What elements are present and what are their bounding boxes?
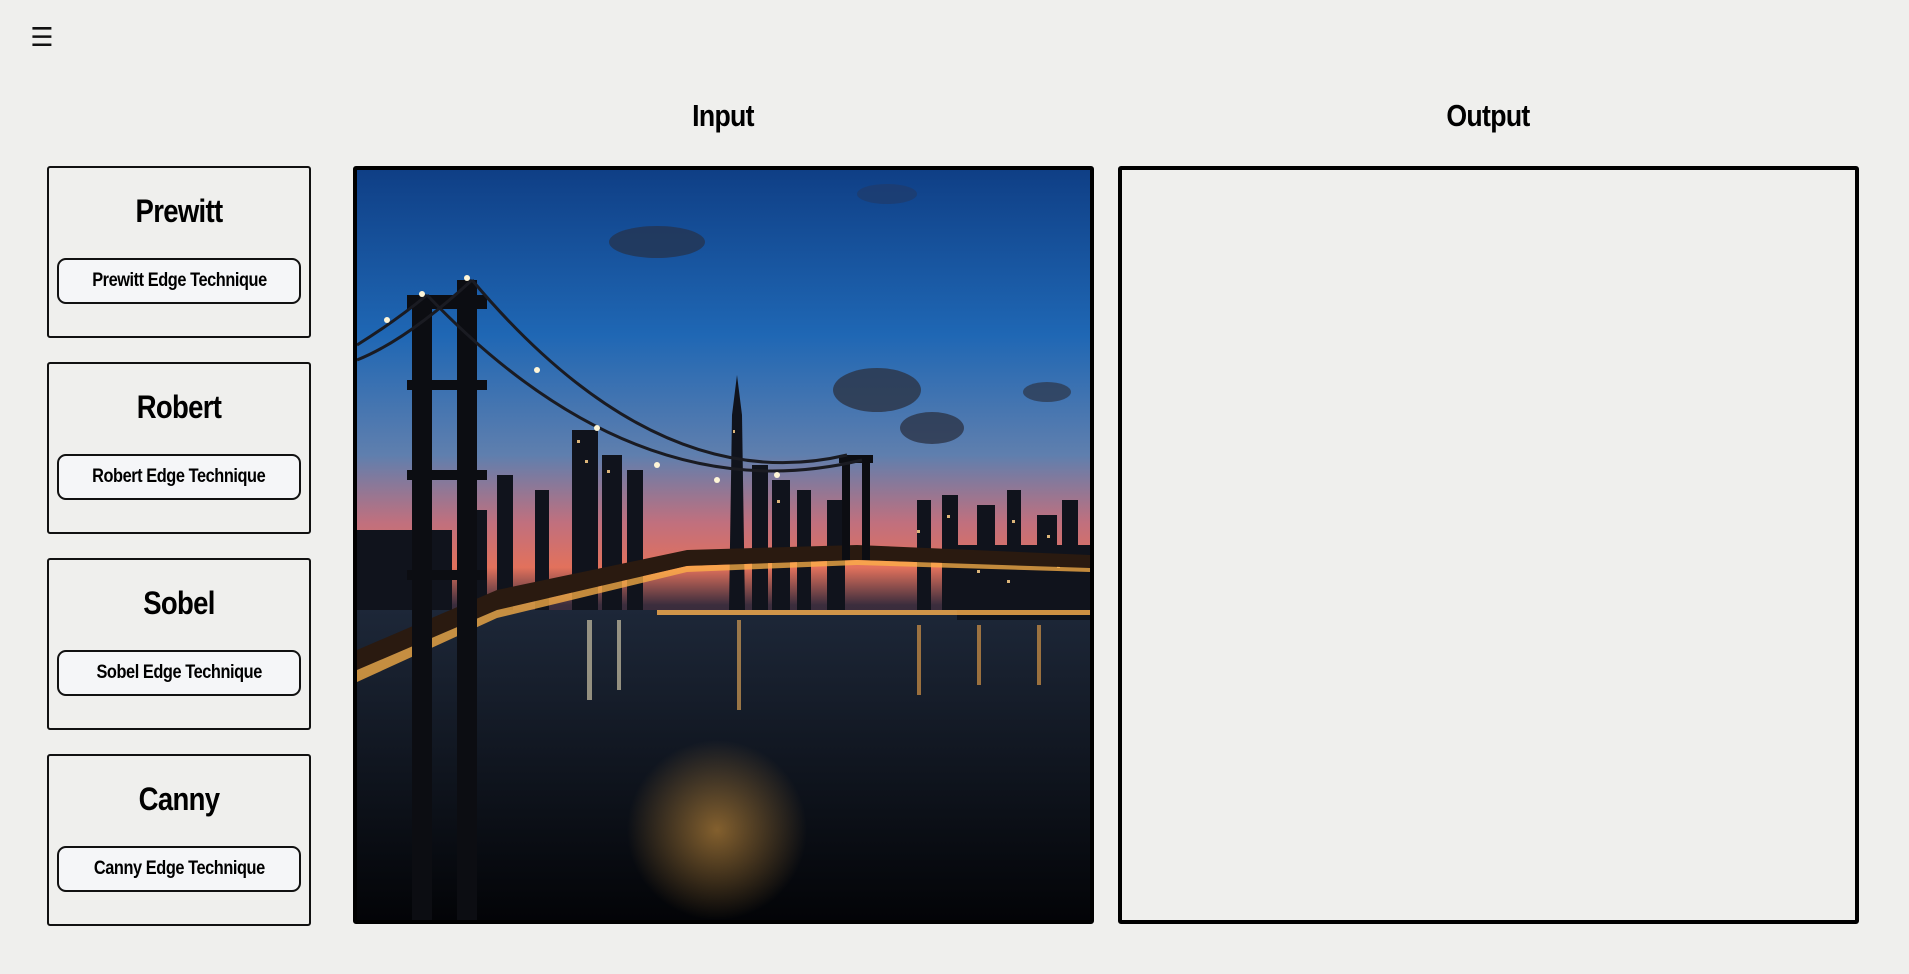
technique-card-sobel: Sobel Sobel Edge Technique bbox=[47, 558, 311, 730]
technique-card-prewitt: Prewitt Prewitt Edge Technique bbox=[47, 166, 311, 338]
technique-name: Robert bbox=[136, 389, 222, 425]
input-panel-title: Input bbox=[692, 98, 754, 133]
canny-edge-button[interactable]: Canny Edge Technique bbox=[57, 846, 301, 892]
button-label: Robert Edge Technique bbox=[92, 466, 266, 487]
input-image-frame bbox=[353, 166, 1094, 924]
prewitt-edge-button[interactable]: Prewitt Edge Technique bbox=[57, 258, 301, 304]
technique-card-canny: Canny Canny Edge Technique bbox=[47, 754, 311, 926]
sobel-edge-button[interactable]: Sobel Edge Technique bbox=[57, 650, 301, 696]
button-label: Canny Edge Technique bbox=[93, 858, 265, 879]
technique-name: Canny bbox=[138, 781, 220, 817]
hamburger-menu-icon[interactable]: ☰ bbox=[28, 24, 56, 52]
button-label: Prewitt Edge Technique bbox=[91, 270, 267, 291]
technique-sidebar: Prewitt Prewitt Edge Technique Robert Ro… bbox=[47, 166, 311, 950]
technique-card-robert: Robert Robert Edge Technique bbox=[47, 362, 311, 534]
input-image bbox=[357, 170, 1090, 920]
output-panel-title: Output bbox=[1446, 98, 1530, 133]
technique-name: Prewitt bbox=[135, 193, 224, 229]
app-page: ☰ Input Output Prewitt Prewitt Edge Tech… bbox=[0, 0, 1909, 974]
output-image-frame bbox=[1118, 166, 1859, 924]
technique-name: Sobel bbox=[143, 585, 215, 621]
robert-edge-button[interactable]: Robert Edge Technique bbox=[57, 454, 301, 500]
button-label: Sobel Edge Technique bbox=[96, 662, 262, 683]
